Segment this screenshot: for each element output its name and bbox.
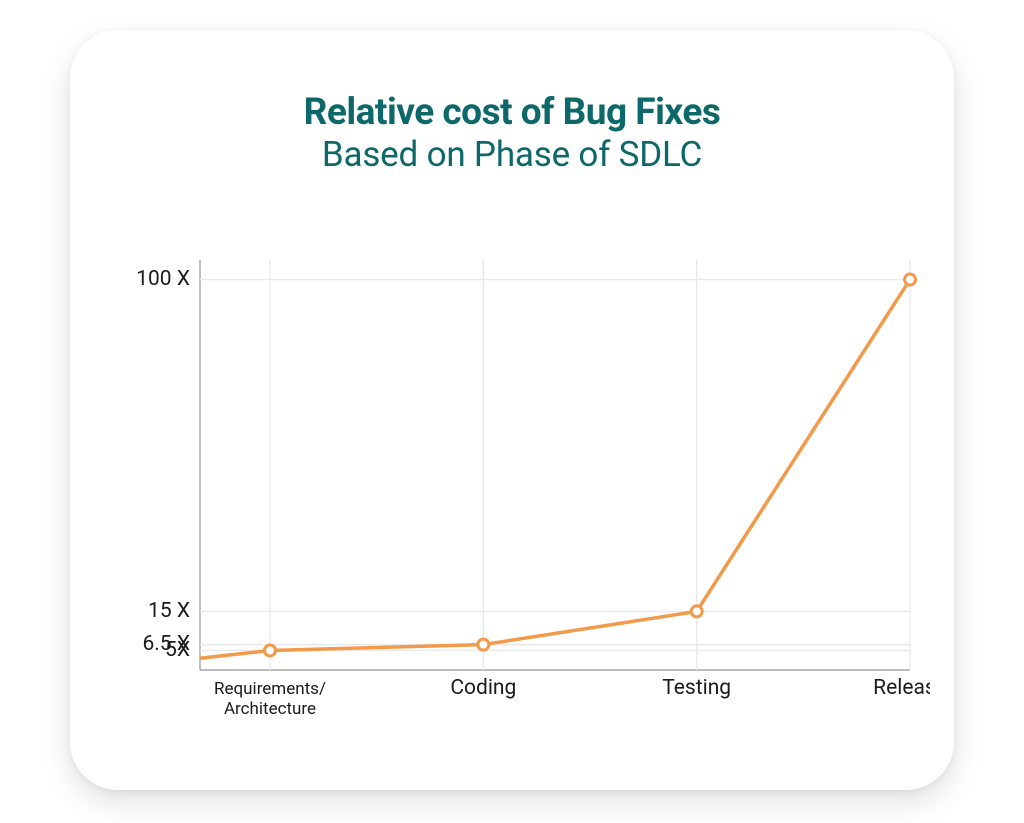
data-point-marker (905, 274, 916, 285)
y-tick-labels: 5X6.5 X15 X100 X (136, 267, 190, 662)
x-tick-labels: Requirements/Architecture Coding Testing Re… (214, 676, 930, 719)
y-tick-label: 100 X (136, 267, 190, 291)
y-tick-label: 6.5 X (142, 632, 190, 656)
series-line (200, 280, 910, 659)
x-tick-label: Requirements/ (214, 679, 326, 699)
plot-area: 5X6.5 X15 X100 X Requirements/Architectu… (110, 250, 930, 730)
x-tick-label: Coding (450, 676, 516, 700)
chart-subtitle: Based on Phase of SDLC (70, 135, 954, 175)
x-tick-label: Architecture (224, 699, 316, 719)
line-chart-svg: 5X6.5 X15 X100 X Requirements/Architectu… (110, 250, 930, 730)
data-point-marker (478, 639, 489, 650)
title-block: Relative cost of Bug Fixes Based on Phas… (70, 92, 954, 175)
x-tick-label: Release (873, 676, 930, 700)
chart-card: Relative cost of Bug Fixes Based on Phas… (70, 30, 954, 790)
horizontal-gridlines (200, 280, 910, 651)
vertical-gridlines (270, 260, 910, 670)
data-point-marker (265, 645, 276, 656)
x-tick-label: Testing (662, 676, 731, 700)
chart-title: Relative cost of Bug Fixes (70, 92, 954, 135)
data-point-marker (691, 606, 702, 617)
series-markers (265, 274, 916, 656)
y-tick-label: 15 X (148, 599, 190, 623)
